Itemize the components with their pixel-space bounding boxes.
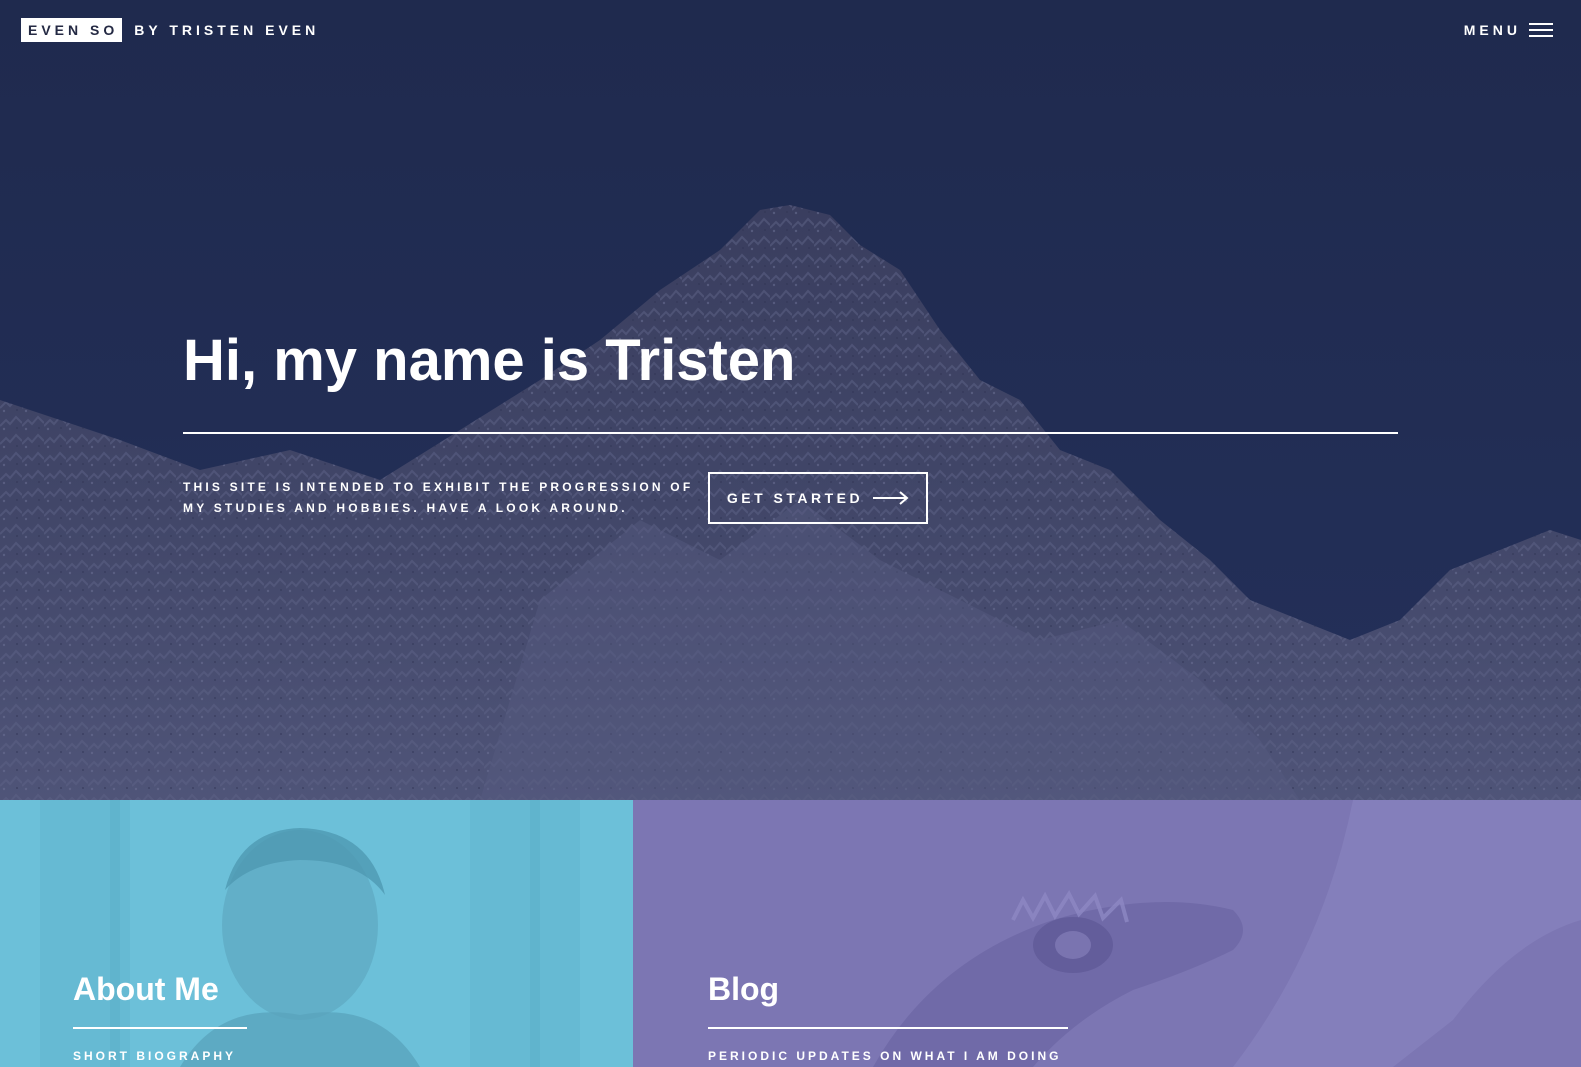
tile-blog[interactable]: Blog PERIODIC UPDATES ON WHAT I AM DOING: [633, 800, 1581, 1067]
tile-blog-title: Blog: [708, 971, 780, 1007]
hamburger-icon: [1529, 23, 1553, 37]
get-started-label: GET STARTED: [726, 490, 864, 506]
page-title: Hi, my name is Tristen: [183, 328, 796, 393]
hero-description: THIS SITE IS INTENDED TO EXHIBIT THE PRO…: [183, 480, 694, 515]
hero-banner: EVEN SO BY TRISTEN EVEN MENU Hi, my name…: [0, 0, 1581, 800]
site-header: EVEN SO BY TRISTEN EVEN MENU: [0, 0, 1581, 60]
mountain-background-image: [0, 0, 1581, 800]
logo-byline: BY TRISTEN EVEN: [134, 22, 320, 38]
tile-about-subtitle: SHORT BIOGRAPHY: [73, 1049, 237, 1063]
tile-about-title: About Me: [73, 971, 219, 1007]
get-started-button[interactable]: GET STARTED: [708, 472, 928, 524]
site-logo[interactable]: EVEN SO BY TRISTEN EVEN: [21, 18, 319, 42]
tile-about-me[interactable]: About Me SHORT BIOGRAPHY: [0, 800, 633, 1067]
hero-divider: [183, 432, 1398, 434]
tile-about-divider: [73, 1027, 247, 1029]
logo-mark: EVEN SO: [21, 18, 123, 42]
menu-label: MENU: [1463, 22, 1521, 38]
menu-button[interactable]: MENU: [1464, 18, 1553, 42]
arrow-right-icon: [873, 491, 909, 505]
tile-blog-divider: [708, 1027, 1068, 1029]
tile-blog-subtitle: PERIODIC UPDATES ON WHAT I AM DOING: [708, 1049, 1062, 1063]
